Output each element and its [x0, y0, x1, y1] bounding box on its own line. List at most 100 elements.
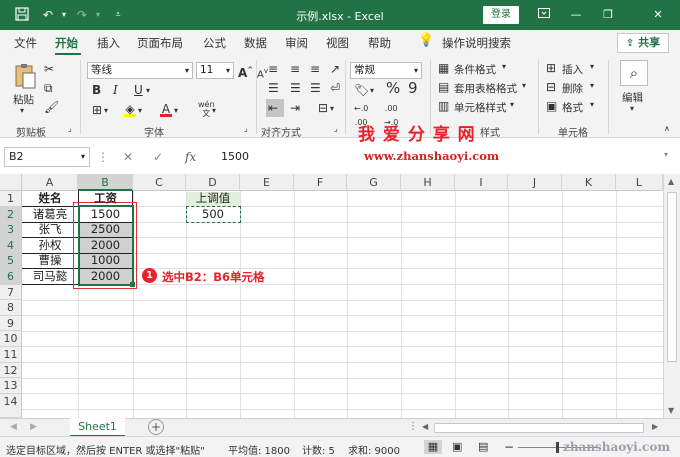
alignment-launcher-icon[interactable]: ⌟: [334, 124, 338, 133]
column-header-l[interactable]: L: [616, 174, 663, 191]
merge-center-icon[interactable]: ⊟: [318, 101, 328, 115]
column-header-c[interactable]: C: [133, 174, 186, 191]
format-cells-icon[interactable]: ▣: [546, 99, 557, 113]
page-layout-view-icon[interactable]: ▣: [452, 440, 462, 453]
tab-formulas[interactable]: 公式: [203, 35, 226, 51]
percent-button[interactable]: %: [386, 81, 400, 96]
search-icon[interactable]: ⌕: [620, 60, 648, 86]
sheet-tab-sheet1[interactable]: Sheet1: [70, 418, 125, 437]
scroll-thumb[interactable]: [667, 192, 677, 362]
bottom-align-icon[interactable]: ≡: [310, 62, 320, 76]
column-header-f[interactable]: F: [294, 174, 347, 191]
column-header-e[interactable]: E: [240, 174, 294, 191]
tab-insert[interactable]: 插入: [97, 35, 120, 51]
font-launcher-icon[interactable]: ⌟: [244, 124, 248, 133]
next-sheet-icon[interactable]: ▶: [30, 422, 37, 432]
tab-data[interactable]: 数据: [244, 35, 267, 51]
font-color-icon[interactable]: A: [160, 102, 172, 117]
merge-dropdown-icon[interactable]: ▾: [330, 102, 334, 116]
currency-dropdown-icon[interactable]: ▾: [370, 84, 374, 98]
insert-function-icon[interactable]: fx: [185, 150, 196, 164]
fill-dropdown-icon[interactable]: ▾: [138, 104, 142, 118]
increase-font-icon[interactable]: A^: [238, 63, 253, 80]
cell-d1[interactable]: 上调值: [186, 191, 240, 206]
restore-icon[interactable]: ❐: [598, 6, 618, 24]
cell-a5[interactable]: 曹操: [22, 253, 78, 268]
top-align-icon[interactable]: ≡: [268, 62, 278, 76]
cell-b1[interactable]: 工资: [78, 191, 133, 206]
formula-input[interactable]: 1500: [221, 150, 249, 163]
editing-dropdown-icon[interactable]: ▾: [630, 104, 634, 113]
decrease-indent-icon[interactable]: ⇤: [268, 101, 278, 115]
chevron-down-icon[interactable]: ▾: [590, 100, 594, 109]
cell-a6[interactable]: 司马懿: [22, 269, 78, 284]
delete-cells-button[interactable]: 删除: [562, 81, 583, 96]
conditional-format-button[interactable]: 条件格式: [454, 62, 496, 77]
enter-icon[interactable]: ✓: [153, 150, 163, 164]
scroll-up-icon[interactable]: ▲: [668, 177, 674, 186]
collapse-ribbon-icon[interactable]: ∧: [664, 124, 670, 133]
cut-icon[interactable]: ✂: [44, 62, 54, 76]
tab-view[interactable]: 视图: [326, 35, 349, 51]
align-left-icon[interactable]: ☰: [268, 81, 279, 95]
align-right-icon[interactable]: ☰: [310, 81, 321, 95]
cell-b6[interactable]: 2000: [78, 269, 133, 284]
minimize-icon[interactable]: —: [566, 6, 586, 24]
column-header-b[interactable]: B: [78, 174, 133, 191]
row-header[interactable]: 3: [0, 222, 22, 238]
copy-icon[interactable]: ⧉: [44, 81, 53, 95]
comma-style-button[interactable]: 9: [408, 81, 418, 96]
tab-home[interactable]: 开始: [55, 35, 78, 51]
align-center-icon[interactable]: ☰: [290, 81, 301, 95]
tab-page-layout[interactable]: 页面布局: [137, 35, 183, 51]
tab-help[interactable]: 帮助: [368, 35, 391, 51]
normal-view-icon[interactable]: ▦: [424, 440, 442, 454]
chevron-down-icon[interactable]: ▾: [522, 81, 526, 90]
add-sheet-icon[interactable]: +: [148, 419, 164, 435]
chevron-down-icon[interactable]: ▾: [590, 81, 594, 90]
zoom-slider-thumb[interactable]: [556, 442, 559, 453]
horizontal-scroll-thumb[interactable]: [434, 423, 644, 433]
vertical-scrollbar[interactable]: ▲ ▼: [663, 174, 680, 418]
cell-styles-button[interactable]: 单元格样式: [454, 100, 507, 115]
prev-sheet-icon[interactable]: ◀: [10, 422, 17, 432]
cell-styles-icon[interactable]: ▥: [438, 99, 449, 113]
cell-a4[interactable]: 孙权: [22, 238, 78, 253]
name-box[interactable]: B2 ▾: [4, 147, 90, 167]
select-all-corner[interactable]: [0, 174, 22, 191]
increase-indent-icon[interactable]: ⇥: [290, 101, 300, 115]
cancel-icon[interactable]: ✕: [123, 150, 133, 164]
font-color-dropdown-icon[interactable]: ▾: [174, 104, 178, 118]
format-as-table-icon[interactable]: ▤: [438, 80, 449, 94]
format-as-table-button[interactable]: 套用表格格式: [454, 81, 517, 96]
cell-b3[interactable]: 2500: [78, 222, 133, 237]
share-button[interactable]: ⇪ 共享: [617, 33, 669, 53]
clipboard-launcher-icon[interactable]: ⌟: [68, 124, 72, 133]
close-icon[interactable]: ✕: [648, 6, 668, 24]
column-header-a[interactable]: A: [22, 174, 78, 191]
row-header[interactable]: 9: [0, 315, 22, 332]
cell-b2[interactable]: 1500: [78, 207, 133, 222]
decrease-font-icon[interactable]: Av: [257, 64, 268, 82]
format-cells-button[interactable]: 格式: [562, 100, 583, 115]
chevron-down-icon[interactable]: ▾: [502, 62, 506, 71]
row-header[interactable]: 14: [0, 393, 22, 418]
row-header[interactable]: 10: [0, 331, 22, 347]
lightbulb-icon[interactable]: 💡: [418, 33, 434, 48]
row-header[interactable]: 5: [0, 253, 22, 269]
paste-dropdown-icon[interactable]: ▾: [20, 106, 24, 115]
editing-label[interactable]: 编辑: [622, 90, 643, 105]
tab-review[interactable]: 审阅: [285, 35, 308, 51]
chevron-down-icon[interactable]: ▾: [510, 100, 514, 109]
row-header[interactable]: 13: [0, 378, 22, 394]
zoom-out-icon[interactable]: −: [504, 440, 514, 454]
column-header-h[interactable]: H: [401, 174, 455, 191]
row-header[interactable]: 7: [0, 284, 22, 301]
cell-d2[interactable]: 500: [186, 207, 240, 222]
row-header[interactable]: 12: [0, 362, 22, 379]
scroll-down-icon[interactable]: ▼: [668, 406, 674, 415]
borders-icon[interactable]: ⊞: [92, 103, 102, 117]
expand-formula-icon[interactable]: ▾: [664, 150, 668, 159]
ribbon-display-icon[interactable]: [534, 6, 554, 24]
cell-a3[interactable]: 张飞: [22, 222, 78, 237]
